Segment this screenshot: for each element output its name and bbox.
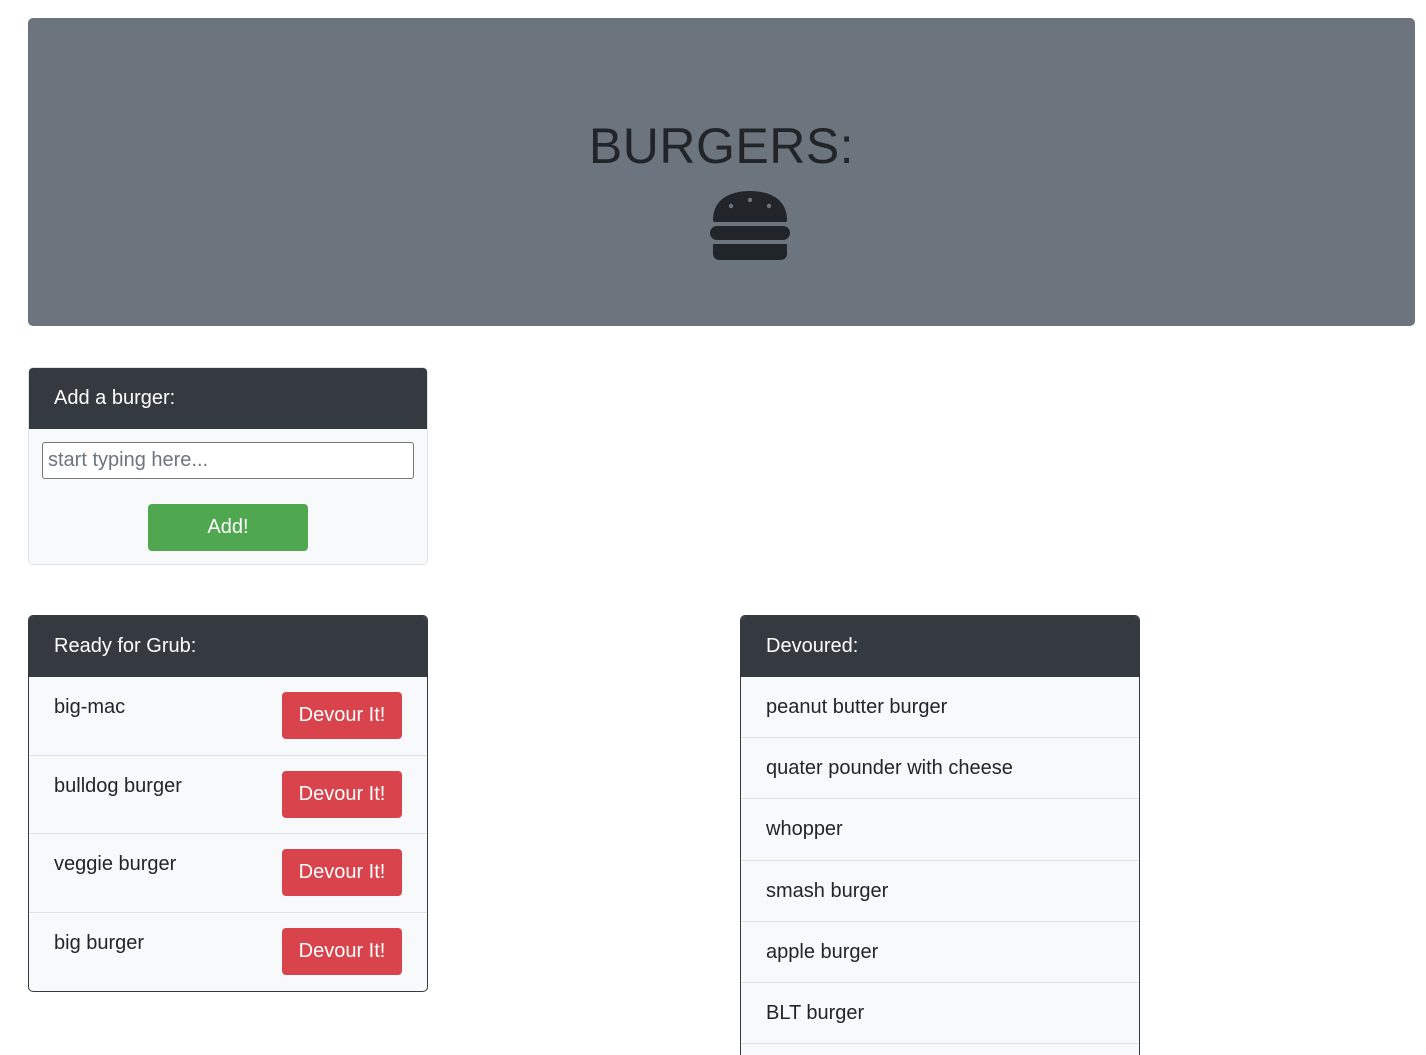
- devoured-header: Devoured:: [741, 616, 1139, 677]
- burger-name: big-mac: [54, 696, 126, 718]
- add-burger-card: Add a burger: Add!: [28, 367, 428, 565]
- devour-button[interactable]: Devour It!: [282, 849, 402, 896]
- devoured-list: peanut butter burger quater pounder with…: [741, 677, 1139, 1045]
- add-burger-header: Add a burger:: [29, 368, 427, 429]
- burger-name-input[interactable]: [42, 442, 414, 479]
- list-item: BLT burger: [741, 983, 1139, 1045]
- devoured-card: Devoured: peanut butter burger quater po…: [740, 615, 1140, 1055]
- add-burger-button[interactable]: Add!: [148, 504, 308, 551]
- hamburger-icon: [710, 191, 790, 260]
- list-item: bulldog burger Devour It!: [29, 756, 427, 834]
- jumbotron-header: BURGERS:: [28, 18, 1415, 326]
- devour-button[interactable]: Devour It!: [282, 770, 402, 818]
- list-item: veggie burger Devour It!: [29, 834, 427, 913]
- list-item: whopper: [741, 799, 1139, 861]
- devour-button[interactable]: Devour It!: [282, 927, 402, 975]
- list-item: big burger Devour It!: [29, 913, 427, 992]
- list-item: smash burger: [741, 861, 1139, 922]
- burger-name: veggie burger: [54, 853, 177, 875]
- list-item: quater pounder with cheese: [741, 738, 1139, 800]
- ready-for-grub-card: Ready for Grub: big-mac Devour It! bulld…: [28, 615, 428, 992]
- list-item: peanut butter burger: [741, 677, 1139, 739]
- burger-name: big burger: [54, 931, 145, 954]
- ready-list: big-mac Devour It! bulldog burger Devour…: [29, 677, 427, 991]
- ready-for-grub-header: Ready for Grub:: [29, 616, 427, 677]
- list-item: apple burger: [741, 922, 1139, 983]
- devour-button[interactable]: Devour It!: [282, 692, 402, 739]
- page-title: BURGERS:: [588, 118, 855, 174]
- burger-name: bulldog burger: [54, 774, 182, 797]
- list-item: big-mac Devour It!: [29, 677, 427, 756]
